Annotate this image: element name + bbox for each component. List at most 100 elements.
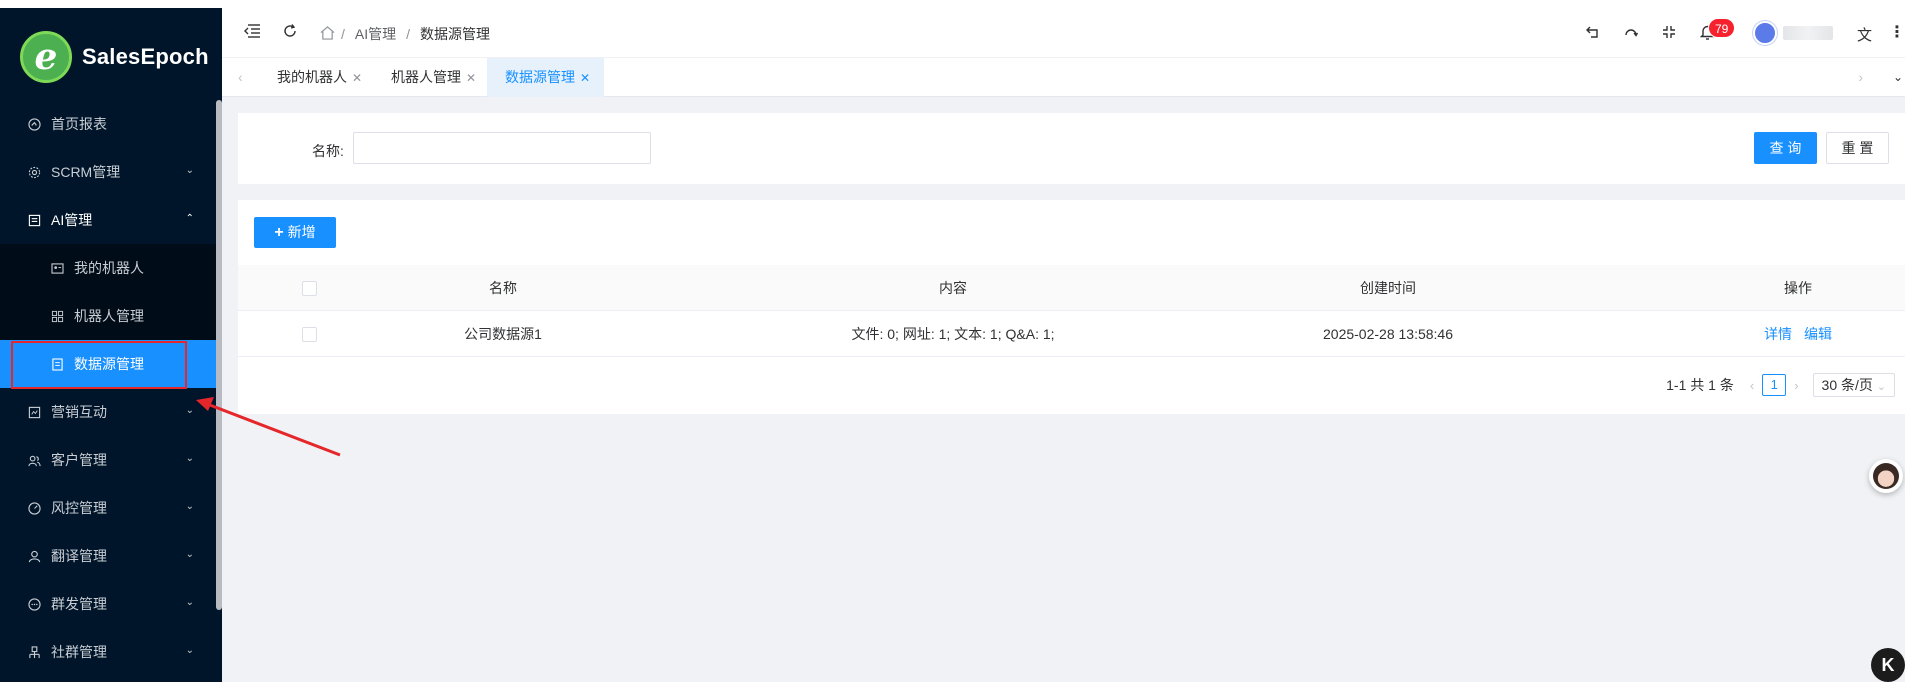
sidebar-item-label: SCRM管理: [51, 164, 121, 180]
sidebar-item-my-robots[interactable]: 我的机器人: [0, 244, 216, 292]
chevron-down-icon: ⌄: [185, 597, 194, 608]
sidebar-item-label: 风控管理: [51, 500, 107, 516]
close-icon[interactable]: ✕: [466, 71, 476, 85]
sidebar-item-label: 我的机器人: [74, 260, 144, 276]
close-icon[interactable]: ✕: [580, 71, 590, 85]
tab-label: 机器人管理: [391, 69, 461, 85]
sync-icon[interactable]: [1624, 25, 1639, 42]
add-button[interactable]: + 新增: [254, 217, 336, 248]
sidebar-item-label: 机器人管理: [74, 308, 144, 324]
sidebar-item-label: 社群管理: [51, 644, 107, 660]
tab-label: 我的机器人: [277, 69, 347, 85]
support-assistant-avatar[interactable]: [1869, 459, 1903, 493]
page-number-current[interactable]: 1: [1762, 374, 1787, 396]
name-search-input[interactable]: [353, 132, 651, 164]
select-all-checkbox[interactable]: [302, 281, 317, 296]
community-icon: [27, 645, 41, 659]
sidebar-item-home-report[interactable]: 首页报表: [0, 100, 216, 148]
grid-icon: [50, 309, 64, 323]
refresh-icon[interactable]: [282, 23, 298, 44]
breadcrumb-current: 数据源管理: [420, 26, 491, 42]
sidebar-item-robot-management[interactable]: 机器人管理: [0, 292, 216, 340]
search-panel: 名称: 查 询 重 置: [238, 113, 1905, 184]
top-header: / AI管理 / 数据源管理 79 文 ⋮: [222, 8, 1905, 58]
logo-icon: e: [20, 31, 72, 83]
next-page-icon[interactable]: ›: [1794, 378, 1798, 393]
row-actions: 详情 编辑: [1698, 311, 1898, 357]
customers-icon: [27, 453, 41, 467]
sidebar-item-risk-control[interactable]: 风控管理 ⌄: [0, 484, 216, 532]
robot-card-icon: [50, 261, 64, 275]
sidebar-item-marketing[interactable]: 营销互动 ⌄: [0, 388, 216, 436]
brand-logo[interactable]: e SalesEpoch: [20, 30, 209, 84]
tabs-dropdown-icon[interactable]: ⌄: [1893, 58, 1903, 97]
translate-icon[interactable]: 文: [1857, 24, 1872, 45]
reset-button[interactable]: 重 置: [1826, 132, 1889, 164]
query-button[interactable]: 查 询: [1754, 132, 1817, 164]
user-icon: [27, 549, 41, 563]
column-header-created[interactable]: 创建时间: [1288, 265, 1488, 311]
column-header-content[interactable]: 内容: [853, 265, 1053, 311]
chevron-down-icon: ⌄: [185, 165, 194, 176]
sidebar-scrollbar[interactable]: [216, 100, 222, 610]
plus-icon: +: [274, 224, 284, 241]
home-icon[interactable]: [320, 25, 335, 43]
tab-label: 数据源管理: [505, 69, 575, 85]
breadcrumb-separator: /: [406, 26, 411, 42]
sidebar-item-label: 群发管理: [51, 596, 107, 612]
tabs-bar: ‹ 我的机器人 ✕ 机器人管理 ✕ 数据源管理 ✕ › ⌄: [222, 58, 1905, 97]
chevron-up-icon: ⌃: [185, 213, 194, 224]
name-field-label: 名称:: [312, 143, 344, 159]
fullscreen-icon[interactable]: [1662, 25, 1676, 42]
column-header-actions: 操作: [1784, 280, 1812, 296]
add-button-label: 新增: [287, 224, 316, 240]
tab-robot-management[interactable]: 机器人管理 ✕: [373, 58, 490, 97]
sidebar-item-community[interactable]: 社群管理 ⌄: [0, 628, 216, 676]
hk-floating-button[interactable]: K: [1871, 648, 1905, 682]
table-header: 名称 内容 创建时间 操作: [238, 265, 1905, 311]
ai-icon: [27, 213, 41, 227]
tab-datasource-management[interactable]: 数据源管理 ✕: [487, 58, 605, 97]
tabs-scroll-left-icon[interactable]: ‹: [238, 58, 243, 97]
breadcrumb-ai-management[interactable]: AI管理: [355, 24, 396, 44]
menu-fold-icon[interactable]: [244, 24, 260, 43]
edit-link[interactable]: 编辑: [1804, 326, 1832, 342]
tab-my-robots[interactable]: 我的机器人 ✕: [259, 58, 376, 97]
sidebar-item-customers[interactable]: 客户管理 ⌄: [0, 436, 216, 484]
table-row: 公司数据源1 文件: 0; 网址: 1; 文本: 1; Q&A: 1; 2025…: [238, 311, 1905, 357]
page-size-select[interactable]: 30 条/页 ⌄: [1812, 373, 1895, 397]
tabs-scroll-right-icon[interactable]: ›: [1858, 58, 1863, 97]
close-icon[interactable]: ✕: [352, 71, 362, 85]
sidebar-item-translation[interactable]: 翻译管理 ⌄: [0, 532, 216, 580]
notification-count-badge: 79: [1708, 18, 1736, 38]
row-checkbox[interactable]: [302, 327, 317, 342]
marketing-icon: [27, 405, 41, 419]
detail-link[interactable]: 详情: [1764, 326, 1792, 342]
sidebar-item-label: AI管理: [51, 212, 93, 228]
row-name: 公司数据源1: [464, 326, 542, 342]
sidebar-item-ai[interactable]: AI管理 ⌃: [0, 196, 216, 244]
row-content: 文件: 0; 网址: 1; 文本: 1; Q&A: 1;: [851, 326, 1055, 342]
column-header-name[interactable]: 名称: [403, 265, 603, 311]
dashboard-icon: [27, 117, 41, 131]
notification-bell[interactable]: 79: [1699, 18, 1736, 43]
prev-page-icon[interactable]: ‹: [1750, 378, 1754, 393]
breadcrumb: / AI管理 / 数据源管理: [320, 24, 490, 44]
chevron-down-icon: ⌄: [185, 501, 194, 512]
sidebar-item-broadcast[interactable]: 群发管理 ⌄: [0, 580, 216, 628]
sidebar-item-scrm[interactable]: SCRM管理 ⌄: [0, 148, 216, 196]
username-redacted: [1783, 26, 1833, 40]
pagination: 1-1 共 1 条 ‹ 1 › 30 条/页 ⌄: [1666, 373, 1895, 397]
avatar: [1753, 21, 1777, 45]
chevron-down-icon: ⌄: [185, 549, 194, 560]
sidebar-item-label: 营销互动: [51, 404, 107, 420]
page-size-value: 30 条/页: [1821, 377, 1873, 393]
pagination-summary: 1-1 共 1 条: [1666, 377, 1734, 393]
row-created-time: 2025-02-28 13:58:46: [1323, 326, 1453, 342]
risk-icon: [27, 501, 41, 515]
sidebar-item-label: 客户管理: [51, 452, 107, 468]
more-vertical-icon[interactable]: ⋮: [1889, 22, 1905, 42]
user-menu[interactable]: [1753, 21, 1833, 45]
chevron-down-icon: ⌄: [1876, 381, 1886, 393]
back-icon[interactable]: [1586, 25, 1600, 42]
